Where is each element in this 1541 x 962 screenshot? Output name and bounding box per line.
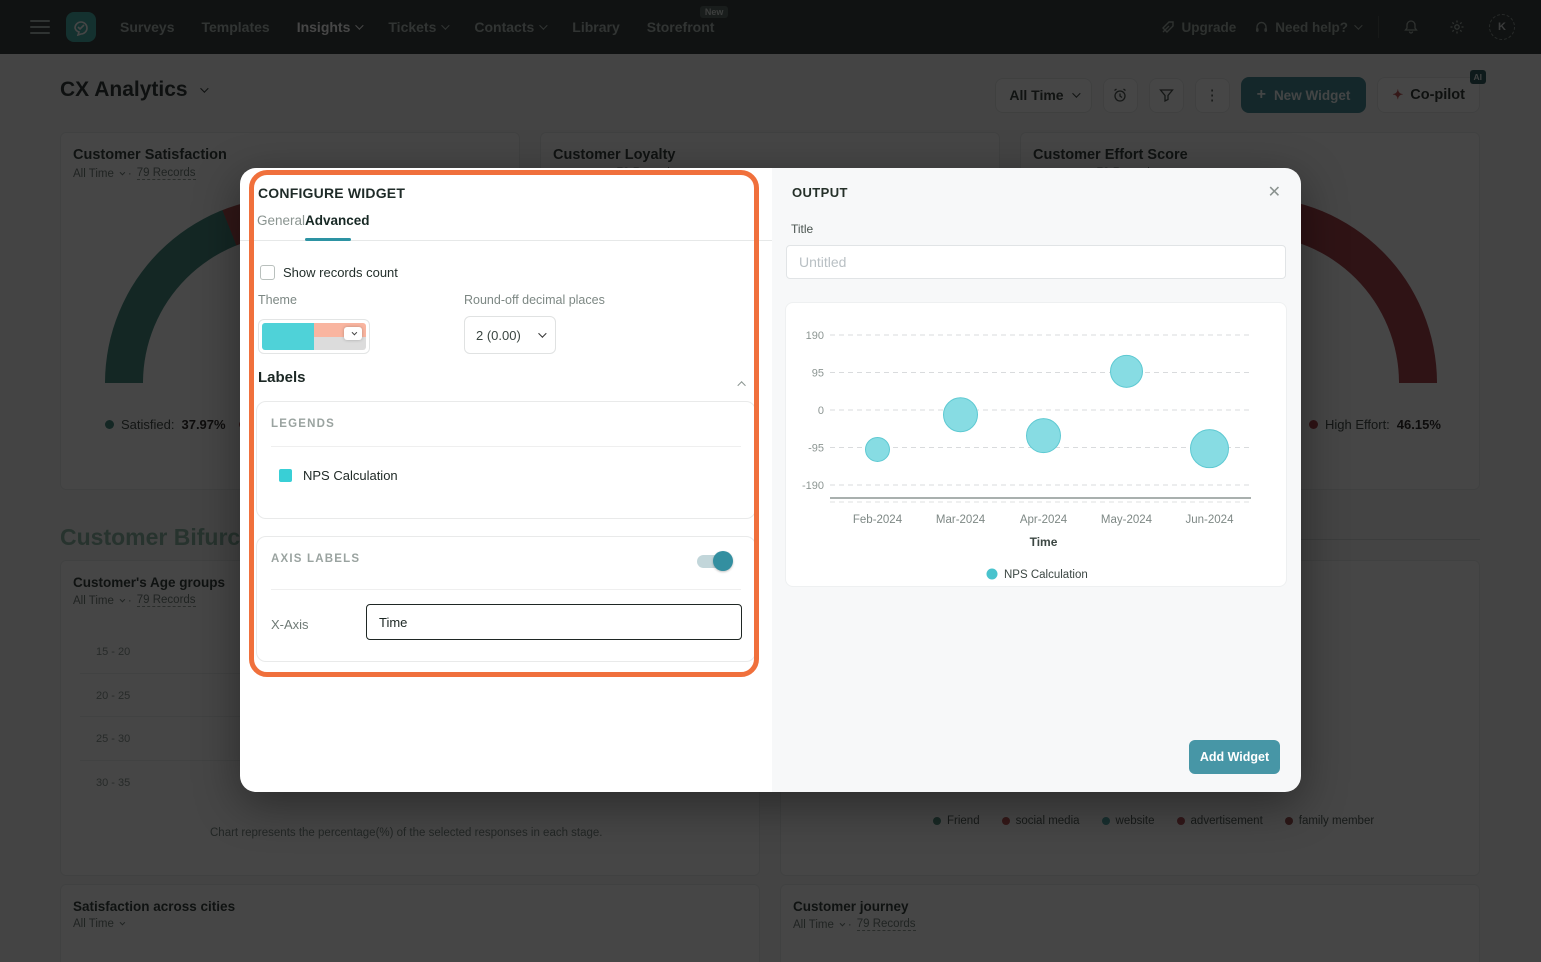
tab-advanced[interactable]: Advanced (305, 213, 370, 228)
svg-text:NPS Calculation: NPS Calculation (1004, 569, 1088, 581)
x-axis-input[interactable] (366, 604, 742, 640)
labels-collapse-chevron[interactable] (737, 374, 746, 392)
output-title: OUTPUT (792, 185, 848, 200)
axis-labels-card: AXIS LABELS X-Axis (256, 536, 756, 662)
legends-header: LEGENDS (271, 418, 335, 430)
svg-text:95: 95 (812, 368, 824, 380)
svg-text:Apr-2024: Apr-2024 (1020, 514, 1068, 526)
theme-label: Theme (258, 293, 297, 307)
configure-panel: CONFIGURE WIDGET General Advanced Show r… (240, 168, 772, 792)
decimal-places-select[interactable]: 2 (0.00) (464, 316, 556, 354)
legend-label: NPS Calculation (303, 468, 398, 483)
theme-dropdown-caret[interactable] (344, 327, 362, 340)
theme-swatch-teal (262, 323, 314, 350)
svg-text:Jun-2024: Jun-2024 (1186, 514, 1235, 526)
axis-labels-toggle[interactable] (697, 551, 733, 571)
app-root: Surveys Templates Insights Tickets Conta… (0, 0, 1541, 962)
configure-tabs: General Advanced (240, 208, 772, 241)
active-tab-indicator (305, 238, 351, 241)
output-panel: OUTPUT ✕ Title 190 95 0 -95 -190 Feb-2024 Mar-… (772, 168, 1301, 792)
title-field-label: Title (791, 222, 814, 236)
divider (271, 589, 741, 590)
svg-text:Mar-2024: Mar-2024 (936, 514, 986, 526)
legend-row[interactable]: NPS Calculation (279, 468, 398, 483)
svg-text:May-2024: May-2024 (1101, 514, 1153, 526)
add-widget-button[interactable]: Add Widget (1189, 740, 1280, 774)
show-records-checkbox[interactable] (260, 265, 275, 280)
labels-section-title: Labels (258, 369, 306, 386)
svg-text:0: 0 (818, 405, 824, 417)
svg-text:Feb-2024: Feb-2024 (853, 514, 903, 526)
close-icon[interactable]: ✕ (1268, 182, 1281, 202)
theme-picker[interactable] (258, 319, 370, 354)
svg-text:-190: -190 (802, 480, 824, 492)
decimal-places-label: Round-off decimal places (464, 293, 605, 307)
x-axis-label: X-Axis (271, 617, 309, 632)
widget-title-input[interactable] (786, 245, 1286, 279)
configure-widget-dialog: CONFIGURE WIDGET General Advanced Show r… (240, 168, 1301, 792)
legends-card: LEGENDS NPS Calculation (256, 401, 756, 519)
svg-text:Time: Time (1030, 535, 1058, 549)
output-chart-card: 190 95 0 -95 -190 Feb-2024 Mar-2024 Apr-2024 May… (785, 302, 1287, 587)
configure-title: CONFIGURE WIDGET (258, 185, 406, 201)
svg-text:190: 190 (806, 330, 824, 342)
legend-color-swatch (279, 469, 292, 482)
svg-text:-95: -95 (808, 442, 824, 454)
nps-bubble-chart: 190 95 0 -95 -190 Feb-2024 Mar-2024 Apr-2024 May… (802, 330, 1251, 581)
axis-labels-header: AXIS LABELS (271, 553, 361, 565)
chevron-down-icon (538, 329, 547, 338)
divider (271, 446, 741, 447)
tab-general[interactable]: General (257, 213, 305, 228)
show-records-label: Show records count (283, 265, 398, 280)
